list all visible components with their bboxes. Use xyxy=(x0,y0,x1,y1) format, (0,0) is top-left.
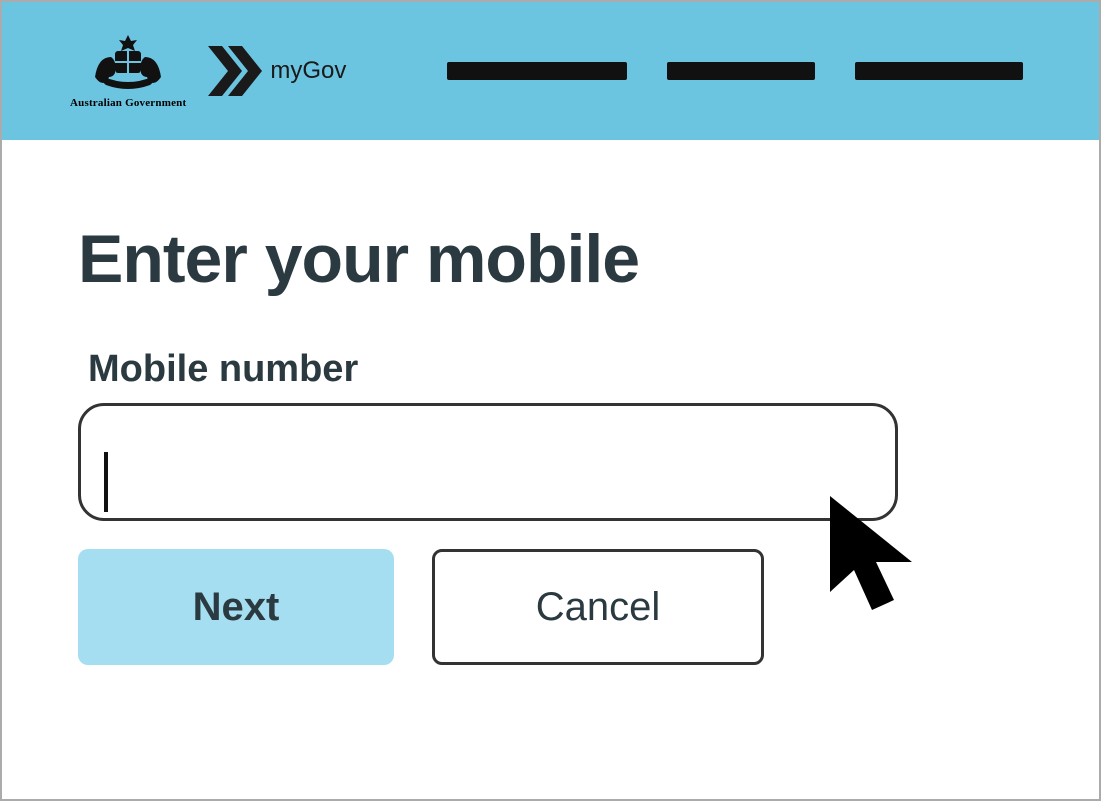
header-nav-placeholder xyxy=(447,62,1031,80)
header-left-group: Australian Government myGov xyxy=(70,33,346,109)
coat-of-arms-icon xyxy=(82,33,174,95)
page-title: Enter your mobile xyxy=(78,220,1023,298)
mygov-chevrons-icon xyxy=(204,42,262,100)
nav-placeholder-2 xyxy=(667,62,815,80)
mygov-logo: myGov xyxy=(204,42,346,100)
next-button-label: Next xyxy=(193,585,280,630)
text-cursor-icon xyxy=(104,452,108,512)
nav-placeholder-1 xyxy=(447,62,627,80)
next-button[interactable]: Next xyxy=(78,549,394,665)
australian-government-label: Australian Government xyxy=(70,97,186,109)
cancel-button[interactable]: Cancel xyxy=(432,549,764,665)
button-row: Next Cancel xyxy=(78,549,1023,665)
australian-government-logo: Australian Government xyxy=(70,33,186,109)
main-content: Enter your mobile Mobile number Next Can… xyxy=(2,140,1099,705)
header-bar: Australian Government myGov xyxy=(2,2,1099,140)
mobile-number-input[interactable] xyxy=(78,403,898,521)
mygov-label: myGov xyxy=(270,57,346,85)
nav-placeholder-3 xyxy=(855,62,1023,80)
mobile-field-group: Mobile number xyxy=(78,348,1023,521)
mobile-number-label: Mobile number xyxy=(88,348,1023,391)
cancel-button-label: Cancel xyxy=(536,585,661,630)
